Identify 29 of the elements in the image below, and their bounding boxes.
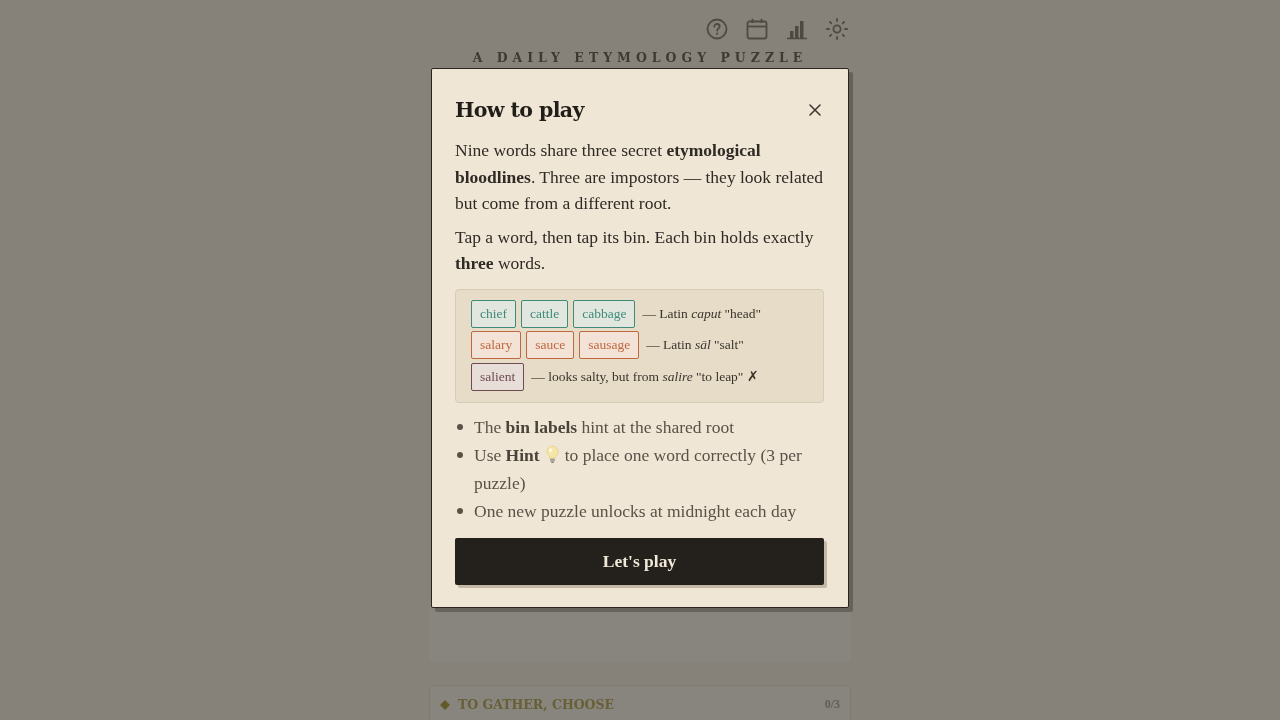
bullet-icon — [457, 451, 463, 458]
tip-text: The bin labels hint at the shared root — [474, 415, 735, 439]
close-icon[interactable] — [809, 104, 821, 116]
help-icon[interactable] — [706, 18, 728, 40]
example-note: — Latin sāl "salt" — [646, 336, 744, 353]
word-chip: cabbage — [573, 299, 636, 328]
bullet-icon — [457, 507, 463, 514]
word-chip: sauce — [526, 330, 575, 359]
lightbulb-icon — [545, 444, 559, 464]
diamond-icon — [440, 699, 450, 710]
example-note: — looks salty, but from salire "to leap" ✗ — [531, 368, 759, 386]
tip-text: Use Hint to place one word correctly (3 per puzzle) — [474, 443, 803, 495]
tip-text: One new puzzle unlocks at midnight each day — [474, 499, 797, 523]
bin-label: TO GATHER, CHOOSE — [458, 697, 616, 712]
word-chip: salient — [471, 362, 525, 391]
example-note: — Latin caput "head" — [642, 305, 762, 322]
instruction-paragraph: Tap a word, then tap its bin. Each bin holds exactly three words. — [455, 225, 815, 276]
word-chip: salary — [471, 330, 522, 359]
word-chip: sausage — [579, 330, 640, 359]
bar-chart-icon[interactable] — [786, 18, 808, 40]
dialog-title: How to play — [455, 97, 584, 124]
lets-play-button[interactable]: Let's play — [455, 537, 824, 585]
calendar-icon[interactable] — [746, 18, 768, 40]
word-chip: cattle — [521, 299, 569, 328]
instruction-paragraph: Nine words share three secret etymological bloodlines. Three are impostors — they look related but come from a different root. — [455, 139, 824, 216]
bullet-icon — [457, 423, 463, 430]
page-subtitle: A DAILY ETYMOLOGY PUZZLE — [471, 50, 809, 66]
word-chip: chief — [471, 299, 516, 328]
sun-icon[interactable] — [826, 18, 848, 40]
